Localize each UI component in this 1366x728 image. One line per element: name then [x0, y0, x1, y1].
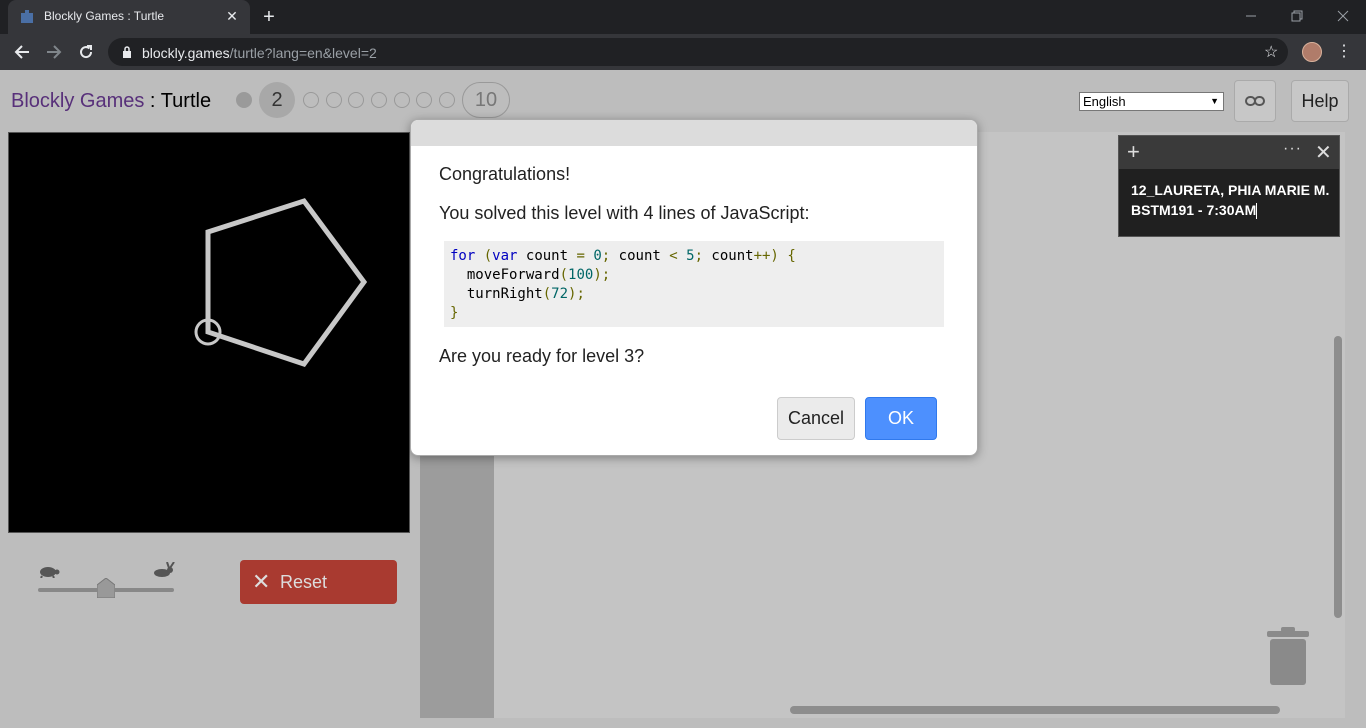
bookmark-star-icon[interactable]: ☆: [1264, 42, 1278, 62]
level-last-dot[interactable]: 10: [462, 82, 510, 118]
sticky-note[interactable]: + ··· ✕ 12_LAURETA, PHIA MARIE M. BSTM19…: [1118, 135, 1340, 237]
speed-handle[interactable]: [97, 578, 115, 598]
back-icon[interactable]: [10, 40, 34, 64]
brand-link[interactable]: Blockly Games: [11, 90, 144, 112]
level-5-dot[interactable]: [348, 92, 364, 108]
dialog-title: Congratulations!: [439, 164, 571, 184]
dropdown-arrow-icon: ▼: [1210, 96, 1219, 106]
add-note-icon[interactable]: +: [1127, 140, 1140, 164]
page-title: Blockly Games : Turtle: [11, 90, 212, 112]
congratulations-dialog: Congratulations! You solved this level w…: [410, 119, 978, 456]
turtle-drawing: [194, 198, 368, 367]
close-icon: ✕: [252, 569, 271, 594]
sticky-note-text[interactable]: 12_LAURETA, PHIA MARIE M. BSTM191 - 7:30…: [1131, 180, 1336, 220]
trash-can-icon[interactable]: [1265, 627, 1311, 687]
sticky-note-header[interactable]: + ··· ✕: [1119, 136, 1339, 169]
level-6-dot[interactable]: [371, 92, 387, 108]
level-3-dot[interactable]: [303, 92, 319, 108]
url-text: blockly.games/turtle?lang=en&level=2: [142, 45, 377, 61]
ok-button[interactable]: OK: [865, 397, 937, 440]
more-options-icon[interactable]: ···: [1283, 140, 1302, 158]
language-select[interactable]: English ▼: [1079, 92, 1224, 111]
help-button[interactable]: Help: [1291, 80, 1349, 122]
dialog-question: Are you ready for level 3?: [439, 346, 645, 366]
close-tab-icon[interactable]: ✕: [222, 6, 242, 26]
speed-slider[interactable]: [36, 562, 176, 604]
close-note-icon[interactable]: ✕: [1315, 140, 1332, 165]
horizontal-scrollbar[interactable]: [790, 706, 1280, 714]
code-block: for (var count = 0; count < 5; count++) …: [444, 241, 944, 327]
turtle-display: [8, 132, 410, 533]
level-1-dot[interactable]: [236, 92, 252, 108]
turtle-slow-icon: [40, 567, 60, 578]
browser-toolbar: blockly.games/turtle?lang=en&level=2 ☆ ⋮: [0, 34, 1366, 70]
cancel-button[interactable]: Cancel: [777, 397, 855, 440]
reload-icon[interactable]: [74, 40, 98, 64]
minimize-icon[interactable]: [1228, 0, 1274, 32]
link-icon: [1245, 96, 1265, 106]
text-caret: [1256, 203, 1258, 220]
level-7-dot[interactable]: [394, 92, 410, 108]
dialog-header[interactable]: [411, 120, 977, 146]
forward-icon[interactable]: [42, 40, 66, 64]
link-button[interactable]: [1234, 80, 1276, 122]
tab-strip: Blockly Games : Turtle ✕ +: [0, 0, 1366, 34]
reset-button[interactable]: ✕ Reset: [240, 560, 397, 604]
profile-avatar[interactable]: [1302, 42, 1322, 62]
restore-icon[interactable]: [1274, 0, 1320, 32]
close-window-icon[interactable]: [1320, 0, 1366, 32]
game-name: Turtle: [160, 90, 212, 112]
level-8-dot[interactable]: [416, 92, 432, 108]
level-9-dot[interactable]: [439, 92, 455, 108]
puzzle-piece-icon: [21, 10, 33, 23]
level-current-dot[interactable]: 2: [259, 82, 295, 118]
vertical-scrollbar[interactable]: [1334, 336, 1342, 618]
tab-title: Blockly Games : Turtle: [44, 9, 165, 23]
new-tab-button[interactable]: +: [258, 6, 280, 28]
browser-menu-icon[interactable]: ⋮: [1336, 41, 1352, 61]
dialog-solved-text: You solved this level with 4 lines of Ja…: [439, 203, 810, 223]
level-4-dot[interactable]: [326, 92, 342, 108]
lock-icon: [123, 46, 131, 58]
rabbit-fast-icon: [154, 562, 175, 577]
browser-tab[interactable]: Blockly Games : Turtle ✕: [8, 0, 250, 34]
address-bar[interactable]: blockly.games/turtle?lang=en&level=2 ☆: [108, 38, 1288, 66]
